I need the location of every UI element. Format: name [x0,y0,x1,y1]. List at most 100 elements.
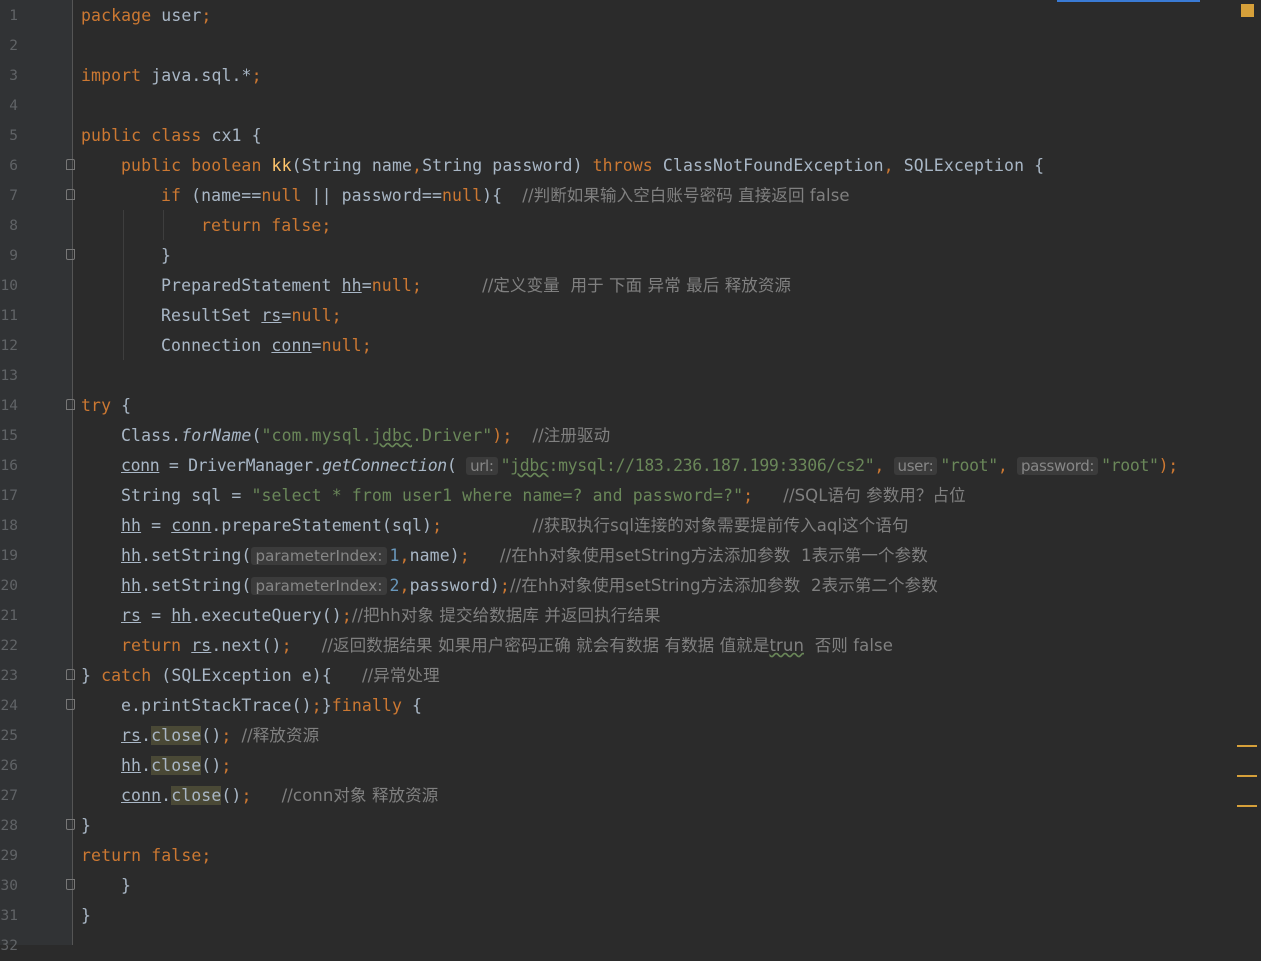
code-text[interactable]: return rs.next(); //返回数据结果 如果用户密码正确 就会有数… [121,631,893,661]
token: :mysql://183.236.187.199:3306/cs2" [548,456,875,475]
code-text[interactable]: conn.close(); //conn对象 释放资源 [121,781,438,811]
code-text[interactable]: return false; [81,841,211,871]
token: .executeQuery() [191,606,342,625]
token: () [221,786,242,805]
code-line: 26 hh.close(); [0,751,1261,781]
code-text[interactable]: Connection conn=null; [161,331,372,361]
code-text[interactable]: e.printStackTrace();}finally { [121,691,422,721]
comment: //把hh对象 提交给数据库 并返回执行结果 [351,606,661,625]
code-line: 23 } catch (SQLException e){ //异常处理 [0,661,1261,691]
line-number: 13 [0,368,18,384]
fold-icon[interactable] [66,249,75,260]
fold-icon[interactable] [66,159,75,170]
fold-icon[interactable] [66,189,75,200]
token: ; [201,6,212,25]
code-text[interactable]: } [81,901,91,931]
code-line: 9 } [0,241,1261,271]
comment: //判断如果输入空白账号密码 直接返回 false [522,186,850,205]
comment: //在hh对象使用setString方法添加参数 1表示第一个参数 [499,546,928,565]
token: ; [432,516,443,535]
token: rs [121,726,142,745]
token: ResultSet [161,306,262,325]
token: Connection [161,336,272,355]
token: . [141,726,152,745]
code-text[interactable]: hh.setString(parameterIndex: 2,password);… [121,571,938,601]
token: { [402,696,423,715]
line-number: 25 [0,728,18,744]
line-number: 2 [9,38,18,54]
line-number: 6 [9,158,18,174]
code-line: 29 return false; [0,841,1261,871]
code-text[interactable]: ResultSet rs=null; [161,301,342,331]
code-editor[interactable]: 1 package user; 2 3 import java.sql.*; 4… [0,0,1261,954]
token: null [441,186,483,205]
code-line: 31 } [0,901,1261,931]
line-number: 11 [0,308,18,324]
token: java.sql.* [141,66,252,85]
code-text[interactable]: try { [81,391,131,421]
code-text[interactable]: conn = DriverManager.getConnection( url:… [121,451,1178,481]
code-text[interactable]: } catch (SQLException e){ //异常处理 [81,661,440,691]
token: close [171,786,222,805]
token: .prepareStatement(sql) [211,516,433,535]
token: String password) [422,156,593,175]
token: , [883,156,894,175]
code-text[interactable]: Class.forName("com.mysql.jdbc.Driver"); … [121,421,610,451]
fold-icon[interactable] [66,669,75,680]
line-number: 8 [9,218,18,234]
token: return false; [81,846,212,865]
code-text[interactable]: } [161,241,171,271]
line-number: 19 [0,548,18,564]
code-text[interactable]: package user; [81,1,211,31]
code-text[interactable]: hh = conn.prepareStatement(sql); //获取执行s… [121,511,909,541]
fold-icon[interactable] [66,819,75,830]
fold-icon[interactable] [66,399,75,410]
comment: //定义变量 用于 下面 异常 最后 释放资源 [482,276,792,295]
token: hh [121,756,142,775]
code-text[interactable]: rs = hh.executeQuery();//把hh对象 提交给数据库 并返… [121,601,661,631]
token: try [81,396,112,415]
code-text[interactable]: PreparedStatement hh=null; //定义变量 用于 下面 … [161,271,791,301]
code-text[interactable]: public boolean kk(String name,String pas… [121,151,1044,181]
line-number: 23 [0,668,18,684]
code-text[interactable]: hh.close(); [121,751,231,781]
code-text[interactable]: } [121,871,131,901]
token: ; [221,756,232,775]
token: ){ [482,186,503,205]
code-text[interactable]: return false; [201,211,331,241]
param-hint: user: [893,457,938,475]
code-line: 1 package user; [0,1,1261,31]
token: public class [81,126,202,145]
line-number: 14 [0,398,18,414]
code-text[interactable]: String sql = "select * from user1 where … [121,481,966,511]
code-line: 10 PreparedStatement hh=null; //定义变量 用于 … [0,271,1261,301]
code-text[interactable]: hh.setString(parameterIndex: 1,name); //在… [121,541,928,571]
fold-icon[interactable] [66,699,75,710]
line-number: 16 [0,458,18,474]
token: finally [331,696,402,715]
code-text[interactable]: public class cx1 { [81,121,262,151]
token: name) [409,546,460,565]
scrollbar-marker[interactable] [1237,775,1257,777]
token: hh [121,576,142,595]
token: ; [743,486,754,505]
code-text[interactable]: rs.close(); //释放资源 [121,721,319,751]
token: = [141,516,172,535]
scrollbar-marker[interactable] [1237,805,1257,807]
token: (name== [181,186,262,205]
token: String sql = [121,486,252,505]
token: , [399,546,410,565]
token: ); [492,426,513,445]
code-text[interactable]: if (name==null || password==null){ //判断如… [161,181,850,211]
line-number: 1 [9,8,18,24]
token: } [81,666,102,685]
code-text[interactable]: } [81,811,91,841]
code-line: 17 String sql = "select * from user1 whe… [0,481,1261,511]
code-text[interactable]: import java.sql.*; [81,61,262,91]
scrollbar-marker[interactable] [1237,745,1257,747]
code-line: 24 e.printStackTrace();}finally { [0,691,1261,721]
fold-icon[interactable] [66,879,75,890]
token: hh [121,516,142,535]
token: , [874,456,884,475]
line-number: 15 [0,428,18,444]
